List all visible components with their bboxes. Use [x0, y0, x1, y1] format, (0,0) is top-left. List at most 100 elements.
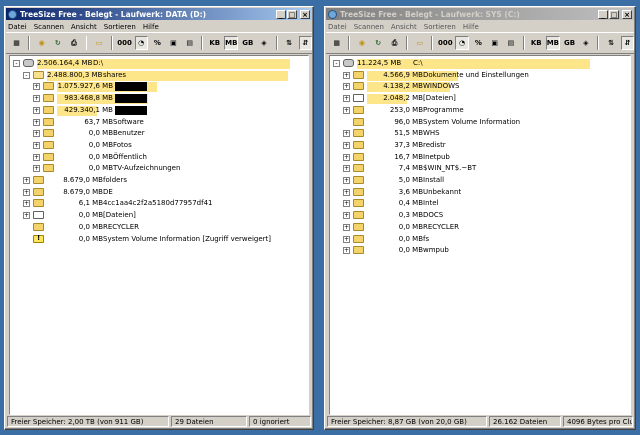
- sort-az-icon[interactable]: ⇅: [283, 36, 296, 50]
- open-folder-icon[interactable]: ▭: [92, 36, 105, 50]
- disk-view-icon[interactable]: ▤: [504, 36, 517, 50]
- files-view-icon[interactable]: ▣: [167, 36, 180, 50]
- menu-sortieren[interactable]: Sortieren: [424, 23, 456, 31]
- expand-icon[interactable]: +: [23, 212, 30, 220]
- unit-mb-button[interactable]: MB: [224, 36, 239, 50]
- tree-row[interactable]: +4.566,9 MB Dokumente und Einstellungen: [330, 70, 630, 81]
- collapse-icon[interactable]: -: [13, 60, 20, 67]
- tree-row[interactable]: +7,4 MB $WIN_NT$.~BT: [330, 163, 630, 174]
- collapse-icon[interactable]: -: [23, 71, 30, 79]
- binary-view-icon[interactable]: 000: [117, 36, 132, 50]
- print-icon[interactable]: ⎙: [388, 36, 401, 50]
- tree-row[interactable]: +429.340,1 MB: [10, 105, 308, 116]
- sort-az-icon[interactable]: ⇅: [604, 36, 617, 50]
- expand-icon[interactable]: +: [343, 130, 350, 138]
- auto-unit-icon[interactable]: ◈: [579, 36, 592, 50]
- expand-icon[interactable]: +: [343, 177, 350, 184]
- expand-icon[interactable]: +: [23, 200, 30, 208]
- tree-row[interactable]: +0,0 MB fs: [330, 234, 630, 245]
- expand-icon[interactable]: +: [343, 200, 350, 208]
- minimize-button[interactable]: _: [276, 9, 286, 19]
- unit-mb-button[interactable]: MB: [545, 36, 560, 50]
- expand-icon[interactable]: +: [23, 177, 30, 184]
- expand-icon[interactable]: +: [343, 188, 350, 196]
- tree-row[interactable]: +3,6 MB Unbekannt: [330, 187, 630, 198]
- tree-row[interactable]: - 11.224,5 MB C:\: [330, 58, 630, 69]
- tree-row[interactable]: +983.468,8 MB: [10, 93, 308, 105]
- tree-row[interactable]: +1.075.927,6 MB: [10, 81, 308, 93]
- scan-icon[interactable]: ◉: [35, 36, 48, 50]
- tree-row[interactable]: +0,4 MB Intel: [330, 198, 630, 209]
- tree-row[interactable]: +37,3 MB redistr: [330, 140, 630, 151]
- menu-datei[interactable]: Datei: [328, 23, 347, 31]
- expand-icon[interactable]: +: [33, 141, 40, 149]
- expand-icon[interactable]: +: [33, 83, 40, 91]
- folder-tree[interactable]: - 11.224,5 MB C:\ +4.566,9 MB Dokumente und …: [329, 55, 631, 415]
- menu-ansicht[interactable]: Ansicht: [71, 23, 97, 31]
- tree-row[interactable]: 96,0 MB System Volume Information: [330, 117, 630, 128]
- scan-icon[interactable]: ◉: [355, 36, 368, 50]
- disk-view-icon[interactable]: ▤: [183, 36, 196, 50]
- tree-row[interactable]: 0,0 MB RECYCLER: [10, 222, 308, 233]
- expand-icon[interactable]: +: [33, 95, 40, 103]
- expand-icon[interactable]: +: [343, 223, 350, 231]
- expand-icon[interactable]: +: [33, 118, 40, 126]
- close-button[interactable]: ×: [300, 9, 310, 19]
- expand-icon[interactable]: +: [33, 153, 40, 161]
- expand-icon[interactable]: +: [33, 165, 40, 173]
- expand-icon[interactable]: +: [343, 95, 350, 103]
- sort-size-icon[interactable]: ⇵: [298, 36, 312, 50]
- expand-icon[interactable]: +: [33, 106, 40, 114]
- tree-row[interactable]: +253,0 MB Programme: [330, 105, 630, 116]
- menu-hilfe[interactable]: Hilfe: [143, 23, 159, 31]
- tree-row[interactable]: +0,0 MB Öffentlich: [10, 152, 308, 163]
- expand-icon[interactable]: +: [343, 165, 350, 173]
- tree-row[interactable]: +8.679,0 MB DE: [10, 187, 308, 198]
- tree-row[interactable]: +8.679,0 MB folders: [10, 175, 308, 186]
- tree-row[interactable]: +0,0 MB TV-Aufzeichnungen: [10, 163, 308, 174]
- open-folder-icon[interactable]: ▭: [413, 36, 426, 50]
- refresh-icon[interactable]: ↻: [372, 36, 385, 50]
- expand-icon[interactable]: +: [343, 71, 350, 79]
- maximize-button[interactable]: □: [287, 9, 297, 19]
- tree-row[interactable]: +0,3 MB DOCS: [330, 210, 630, 221]
- expand-icon[interactable]: +: [343, 83, 350, 91]
- percent-view-icon[interactable]: %: [151, 36, 164, 50]
- binary-view-icon[interactable]: 000: [438, 36, 453, 50]
- unit-kb-button[interactable]: KB: [530, 36, 543, 50]
- expand-icon[interactable]: +: [343, 141, 350, 149]
- tree-row[interactable]: +0,0 MB [Dateien]: [10, 210, 308, 221]
- unit-gb-button[interactable]: GB: [563, 36, 576, 50]
- expand-icon[interactable]: +: [23, 188, 30, 196]
- tree-row[interactable]: +4.138,2 MB WINDOWS: [330, 81, 630, 93]
- tree-row[interactable]: +0,0 MB RECYCLER: [330, 222, 630, 233]
- maximize-button[interactable]: □: [609, 9, 619, 19]
- expand-icon[interactable]: +: [343, 247, 350, 255]
- drive-select-icon[interactable]: ▦: [10, 36, 23, 50]
- percent-view-icon[interactable]: %: [472, 36, 485, 50]
- tree-row[interactable]: - 2.506.164,4 MB D:\: [10, 58, 308, 69]
- files-view-icon[interactable]: ▣: [488, 36, 501, 50]
- refresh-icon[interactable]: ↻: [51, 36, 64, 50]
- expand-icon[interactable]: +: [343, 106, 350, 114]
- unit-kb-button[interactable]: KB: [208, 36, 221, 50]
- tree-row[interactable]: +2.048,2 MB [Dateien]: [330, 93, 630, 105]
- title-bar[interactable]: TreeSize Free - Belegt - Laufwerk: DATA …: [6, 8, 312, 20]
- tree-row[interactable]: +6,1 MB 4cc1aa4c2f2a5180d77957df41: [10, 198, 308, 209]
- collapse-icon[interactable]: -: [333, 60, 340, 67]
- size-view-icon[interactable]: ◔: [134, 36, 148, 50]
- unit-gb-button[interactable]: GB: [241, 36, 254, 50]
- menu-scannen[interactable]: Scannen: [34, 23, 64, 31]
- print-icon[interactable]: ⎙: [67, 36, 80, 50]
- minimize-button[interactable]: _: [598, 9, 608, 19]
- tree-row[interactable]: +16,7 MB Inetpub: [330, 152, 630, 163]
- title-bar[interactable]: TreeSize Free - Belegt - Laufwerk: SYS (…: [326, 8, 634, 20]
- size-view-icon[interactable]: ◔: [455, 36, 469, 50]
- tree-row[interactable]: 0,0 MBSystem Volume Information [Zugriff…: [10, 234, 308, 245]
- menu-datei[interactable]: Datei: [8, 23, 27, 31]
- tree-row[interactable]: +5,0 MB Install: [330, 175, 630, 186]
- folder-tree[interactable]: -2.506.164,4 MB D:\ -2.488.800,3 MB shares +…: [9, 55, 309, 415]
- expand-icon[interactable]: +: [343, 153, 350, 161]
- drive-select-icon[interactable]: ▦: [330, 36, 343, 50]
- tree-row[interactable]: +0,0 MB Fotos: [10, 140, 308, 151]
